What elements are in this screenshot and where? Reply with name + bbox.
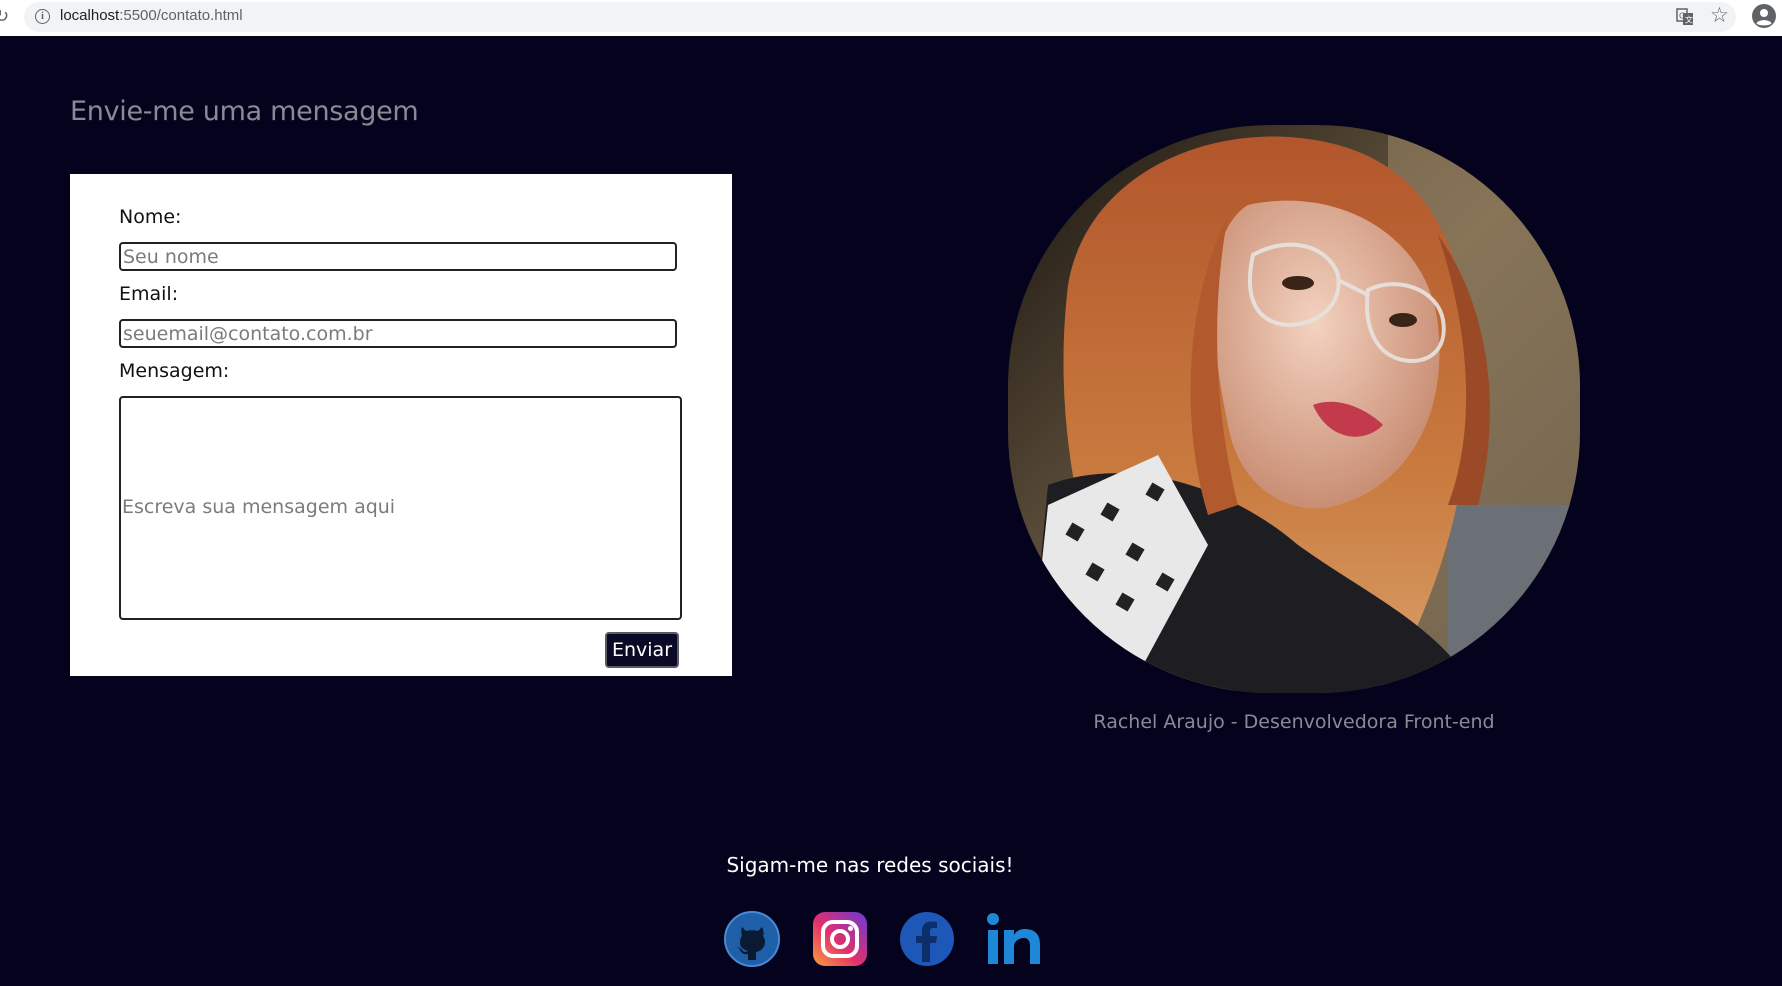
facebook-icon[interactable]	[898, 910, 956, 968]
url-host: localhost	[60, 7, 120, 24]
profile-photo	[1008, 125, 1580, 693]
name-input[interactable]	[119, 242, 677, 271]
browser-toolbar: ↻ i localhost:5500/contato.html G 文 ☆	[0, 0, 1782, 36]
email-label: Email:	[119, 283, 179, 305]
instagram-icon[interactable]	[811, 910, 869, 968]
email-input[interactable]	[119, 319, 677, 348]
send-button[interactable]: Enviar	[605, 632, 679, 668]
social-title: Sigam-me nas redes sociais!	[726, 853, 1014, 877]
linkedin-icon[interactable]	[985, 910, 1043, 968]
message-textarea[interactable]	[119, 396, 682, 620]
address-bar[interactable]	[24, 2, 1736, 32]
contact-form: Nome: Email: Mensagem: Escreva sua mensa…	[70, 174, 732, 676]
url-text[interactable]: localhost:5500/contato.html	[60, 7, 243, 24]
site-info-icon[interactable]: i	[35, 9, 50, 24]
profile-caption: Rachel Araujo - Desenvolvedora Front-end	[1093, 711, 1495, 733]
url-path: :5500/contato.html	[119, 7, 243, 24]
bookmark-star-icon[interactable]: ☆	[1710, 3, 1729, 27]
reload-icon[interactable]: ↻	[0, 6, 9, 27]
page-title: Envie-me uma mensagem	[70, 96, 419, 127]
profile-avatar-icon[interactable]	[1752, 4, 1776, 28]
translate-icon[interactable]: G 文	[1676, 8, 1694, 26]
svg-text:文: 文	[1685, 15, 1693, 25]
name-label: Nome:	[119, 206, 182, 228]
message-label: Mensagem:	[119, 360, 230, 382]
github-icon[interactable]	[723, 910, 781, 968]
